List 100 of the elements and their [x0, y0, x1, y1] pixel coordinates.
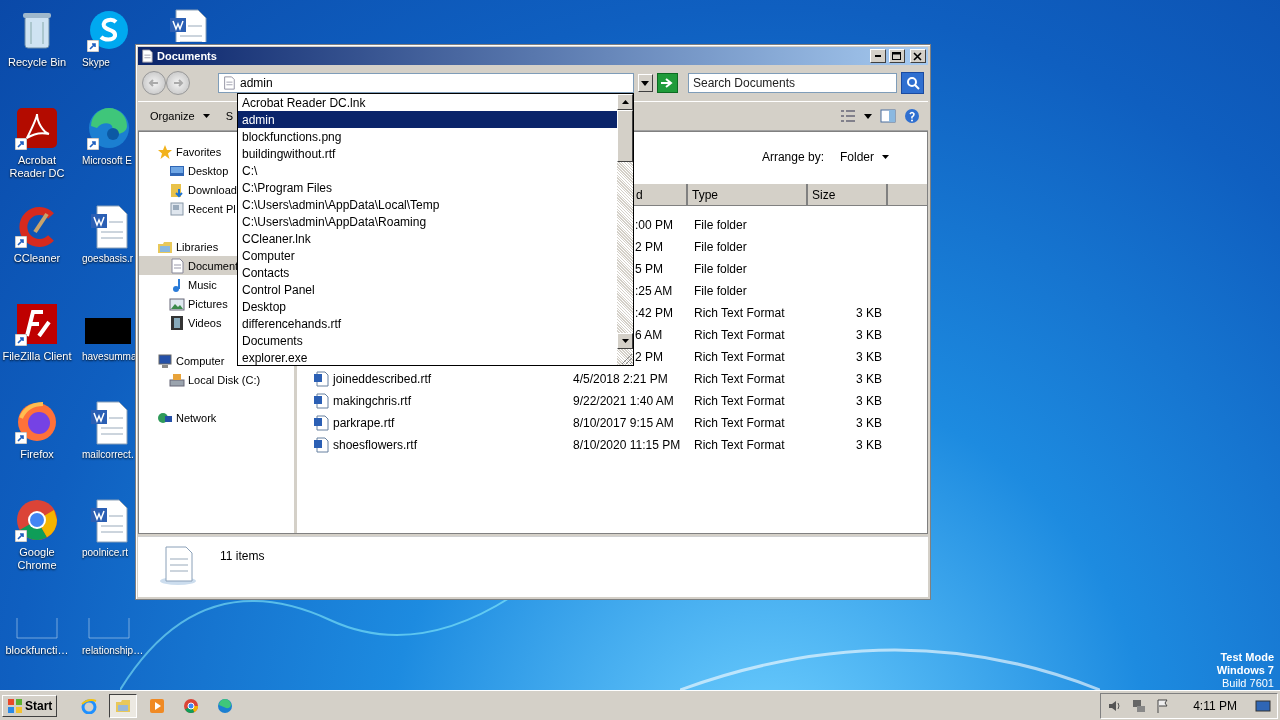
desktop-icon-label[interactable]: Microsoft E	[82, 154, 132, 167]
maximize-icon	[892, 51, 902, 61]
type-cell: File folder	[694, 240, 747, 254]
suggestion-item[interactable]: differencehands.rtf	[238, 315, 617, 332]
down-arrow-icon[interactable]	[621, 339, 629, 343]
file-name[interactable]: joineddescribed.rtf	[333, 372, 432, 386]
nav-item[interactable]: Document	[139, 256, 240, 275]
caret-icon[interactable]	[864, 113, 872, 119]
caret-icon	[882, 155, 889, 159]
document-icon	[313, 415, 329, 431]
search-button[interactable]	[901, 72, 924, 94]
go-button[interactable]	[657, 73, 678, 93]
nav-item[interactable]: Local Disk (C:)	[139, 370, 262, 389]
desktop-icon-label[interactable]: FileZilla Client	[2, 350, 72, 363]
suggestion-item[interactable]: admin	[238, 111, 617, 128]
toolbar-button[interactable]: Organize	[146, 108, 214, 124]
os-notice-text: Windows 7	[1216, 664, 1274, 677]
desktop-icon-label[interactable]: Google Chrome	[1, 546, 73, 572]
item-count: 11 items	[220, 548, 265, 563]
back-arrow-icon	[148, 77, 160, 89]
toolbar-button[interactable]: S	[221, 108, 237, 124]
suggestion-item[interactable]: Desktop	[238, 298, 617, 315]
suggestion-item[interactable]: Documents	[238, 332, 617, 349]
scrollbar[interactable]	[617, 94, 633, 365]
nav-section[interactable]: Favorites	[139, 142, 223, 161]
up-arrow-icon[interactable]	[621, 100, 629, 104]
desktop-icon-label[interactable]: relationship…	[82, 644, 144, 657]
nav-item[interactable]: Recent Pl	[139, 199, 237, 218]
nav-item[interactable]: Music	[139, 275, 218, 294]
nav-item[interactable]: Pictures	[139, 294, 229, 313]
start-button[interactable]: Start	[2, 694, 58, 717]
date-cell: :25 AM	[635, 284, 673, 298]
minimize-button[interactable]	[870, 49, 886, 63]
column-header[interactable]: Size	[808, 184, 888, 205]
download-folder-icon	[169, 181, 185, 198]
document-icon	[313, 437, 329, 453]
document-icon	[222, 76, 236, 90]
forward-arrow-icon	[172, 77, 184, 89]
folder-icon	[115, 697, 132, 714]
nav-item[interactable]: Videos	[139, 313, 223, 332]
suggestion-item[interactable]: Contacts	[238, 264, 617, 281]
network-icon[interactable]	[1131, 697, 1148, 714]
dropdown-button[interactable]	[637, 74, 653, 92]
desktop-icon-label[interactable]: Acrobat Reader DC	[1, 154, 73, 180]
nav-section[interactable]: Libraries	[139, 237, 220, 256]
suggestion-item[interactable]: explorer.exe	[238, 349, 617, 366]
desktop-icon-label[interactable]: CCleaner	[13, 252, 61, 265]
suggestion-item[interactable]: buildingwithout.rtf	[238, 145, 617, 162]
size-cell: 3 KB	[856, 416, 882, 430]
suggestion-item[interactable]: CCleaner.lnk	[238, 230, 617, 247]
nav-section[interactable]: Computer	[139, 351, 226, 370]
size-cell: 3 KB	[856, 306, 882, 320]
file-name[interactable]: shoesflowers.rtf	[333, 438, 418, 452]
scroll-thumb[interactable]	[617, 110, 633, 162]
arrange-dropdown[interactable]: Folder	[840, 150, 889, 164]
suggestion-item[interactable]: C:\Program Files	[238, 179, 617, 196]
suggestion-item[interactable]: Computer	[238, 247, 617, 264]
desktop-icon-label[interactable]: mailcorrect.	[82, 448, 134, 461]
date-cell: 2 PM	[635, 350, 663, 364]
suggestion-item[interactable]: C:\	[238, 162, 617, 179]
desktop-icon-label[interactable]: Skype	[82, 56, 110, 69]
type-cell: File folder	[694, 284, 747, 298]
size-cell: 3 KB	[856, 350, 882, 364]
document-icon	[313, 393, 329, 409]
view-options-icon[interactable]	[840, 108, 856, 124]
suggestion-item[interactable]: C:\Users\admin\AppData\Roaming	[238, 213, 617, 230]
desktop-icon-label[interactable]: poolnice.rt	[82, 546, 129, 559]
caret-icon	[202, 114, 210, 118]
desktop-icon-label[interactable]: havesumma	[82, 350, 137, 363]
nav-item[interactable]: Desktop	[139, 161, 230, 180]
nav-section[interactable]: Network	[139, 408, 218, 427]
star-icon	[157, 143, 173, 160]
column-header[interactable]: Type	[688, 184, 808, 205]
file-name[interactable]: makingchris.rtf	[333, 394, 412, 408]
suggestion-item[interactable]: Control Panel	[238, 281, 617, 298]
play-icon	[149, 697, 166, 714]
taskbar-app-button[interactable]	[109, 693, 138, 718]
show-desktop-icon[interactable]	[1255, 697, 1271, 714]
suggestion-item[interactable]: blockfunctions.png	[238, 128, 617, 145]
desktop-icon-label[interactable]: Recycle Bin	[7, 56, 67, 69]
date-cell: 9/22/2021 1:40 AM	[573, 394, 674, 408]
maximize-button[interactable]	[889, 49, 905, 63]
search-field[interactable]: Search Documents	[687, 73, 898, 93]
date-cell: :42 PM	[635, 306, 673, 320]
desktop-icon-label[interactable]: Firefox	[20, 448, 54, 461]
close-button[interactable]	[910, 49, 926, 63]
preview-pane-icon[interactable]	[880, 108, 896, 124]
suggestion-item[interactable]: Acrobat Reader DC.lnk	[238, 94, 617, 111]
size-cell: 3 KB	[856, 394, 882, 408]
date-cell: 5 PM	[635, 262, 663, 276]
desktop-icon-label[interactable]: blockfuncti…	[5, 644, 69, 657]
clock[interactable]: 4:11 PM	[1193, 698, 1237, 713]
nav-item[interactable]: Download	[139, 180, 238, 199]
file-name[interactable]: parkrape.rtf	[333, 416, 395, 430]
date-cell: 8/10/2017 9:15 AM	[573, 416, 674, 430]
date-cell: 6 AM	[635, 328, 663, 342]
type-cell: Rich Text Format	[694, 306, 785, 320]
help-icon[interactable]	[904, 108, 920, 124]
desktop-icon-label[interactable]: goesbasis.r	[82, 252, 134, 265]
suggestion-item[interactable]: C:\Users\admin\AppData\Local\Temp	[238, 196, 617, 213]
